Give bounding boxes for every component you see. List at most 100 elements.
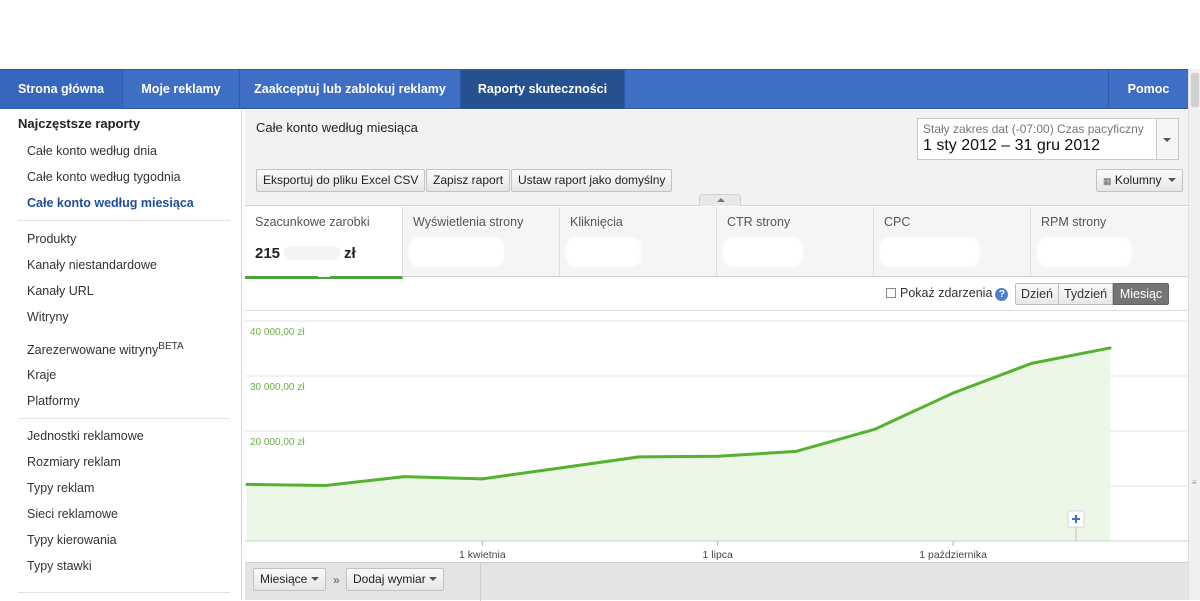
metric-name: CTR strony (727, 215, 791, 229)
tab-performance-reports[interactable]: Raporty skuteczności (461, 70, 625, 109)
dimension-dropdown[interactable]: Miesiące (253, 568, 326, 591)
sidebar-item-account-by-day[interactable]: Całe konto według dnia (27, 144, 157, 158)
data-point (951, 391, 955, 395)
metric-name: Wyświetlenia strony (413, 215, 524, 229)
metric-name: RPM strony (1041, 215, 1107, 229)
data-point (716, 454, 720, 458)
top-header-area (0, 0, 1200, 69)
sidebar-item-ad-types[interactable]: Typy reklam (27, 481, 94, 495)
columns-button[interactable]: ▦ Kolumny (1096, 169, 1183, 192)
earnings-chart-svg: 10 000,00 zł20 000,00 zł30 000,00 zł40 0… (245, 320, 1188, 561)
metric-clicks[interactable]: Kliknięcia (560, 207, 717, 276)
tab-allow-block-ads[interactable]: Zaakceptuj lub zablokuj reklamy (240, 70, 461, 109)
sidebar-item-products[interactable]: Produkty (27, 232, 76, 246)
export-csv-button[interactable]: Eksportuj do pliku Excel CSV (256, 169, 426, 192)
y-tick-label: 30 000,00 zł (250, 382, 305, 393)
data-point (559, 466, 563, 470)
sidebar-item-ad-units[interactable]: Jednostki reklamowe (27, 429, 144, 443)
metric-value-prefix: 215 (255, 245, 281, 262)
collapse-toolbar-toggle[interactable] (699, 194, 741, 206)
granularity-month-button[interactable]: Miesiąc (1113, 283, 1169, 305)
chevron-up-icon (717, 198, 725, 202)
data-point (480, 477, 484, 481)
dimension-label: Miesiące (260, 572, 308, 586)
sidebar-divider (18, 418, 230, 419)
main-navigation: Strona główna Moje reklamy Zaakceptuj lu… (0, 69, 1188, 109)
scrollbar-grip-icon: ≡ (1192, 478, 1197, 487)
sidebar-item-account-by-week[interactable]: Całe konto według tygodnia (27, 170, 181, 184)
add-dimension-label: Dodaj wymiar (353, 572, 426, 586)
metric-page-views[interactable]: Wyświetlenia strony (403, 207, 560, 276)
sidebar-item-url-channels[interactable]: Kanały URL (27, 284, 94, 298)
help-link[interactable]: Pomoc (1108, 70, 1188, 109)
sidebar-item-bid-types[interactable]: Typy stawki (27, 559, 92, 573)
reports-sidebar: Najczęstsze raporty Całe konto według dn… (0, 110, 242, 600)
sidebar-item-reserved-sites[interactable]: Zarezerwowane witrynyBETA (27, 341, 184, 357)
sidebar-heading: Najczęstsze raporty (18, 116, 141, 131)
tab-home[interactable]: Strona główna (0, 70, 123, 109)
data-point (402, 475, 406, 479)
report-title: Całe konto według miesiąca (256, 120, 418, 135)
help-icon[interactable]: ? (995, 288, 1009, 301)
data-point (1030, 361, 1034, 365)
data-point (637, 455, 641, 459)
chevron-down-icon (1163, 138, 1171, 142)
table-toolbar: Miesiące » Dodaj wymiar (245, 562, 1188, 601)
y-tick-label: 40 000,00 zł (250, 327, 305, 338)
date-range-dropdown-button[interactable] (1157, 118, 1179, 160)
redacted-value (880, 237, 980, 267)
sidebar-item-targeting-types[interactable]: Typy kierowania (27, 533, 117, 547)
redacted-value (723, 237, 803, 267)
columns-icon: ▦ (1103, 176, 1112, 186)
sidebar-item-sites[interactable]: Witryny (27, 310, 69, 324)
sidebar-item-custom-channels[interactable]: Kanały niestandardowe (27, 258, 157, 272)
metric-page-rpm[interactable]: RPM strony (1031, 207, 1188, 276)
x-tick-label: 1 kwietnia (459, 549, 506, 561)
beta-badge: BETA (158, 341, 184, 352)
add-dimension-dropdown[interactable]: Dodaj wymiar (346, 568, 445, 591)
toolbar-divider (480, 563, 481, 601)
metric-name: Szacunkowe zarobki (255, 215, 370, 229)
tab-my-ads[interactable]: Moje reklamy (123, 70, 240, 109)
y-tick-label: 20 000,00 zł (250, 437, 305, 448)
metric-cpc[interactable]: CPC (874, 207, 1031, 276)
x-tick-label: 1 lipca (703, 549, 734, 561)
report-header-panel: Całe konto według miesiąca Stały zakres … (245, 110, 1188, 206)
redacted-value (1037, 237, 1132, 267)
sidebar-item-platforms[interactable]: Platformy (27, 394, 80, 408)
granularity-week-button[interactable]: Tydzień (1059, 283, 1113, 305)
report-main: Całe konto według miesiąca Stały zakres … (245, 110, 1188, 601)
metric-estimated-earnings[interactable]: Szacunkowe zarobki 215 zł (245, 207, 403, 279)
granularity-day-button[interactable]: Dzień (1015, 283, 1059, 305)
data-point (323, 483, 327, 487)
save-report-button[interactable]: Zapisz raport (426, 169, 511, 192)
breadcrumb-separator: » (333, 573, 340, 587)
data-point (873, 427, 877, 431)
date-range-picker[interactable]: Stały zakres dat (-07:00) Czas pacyficzn… (917, 118, 1157, 160)
earnings-chart: 10 000,00 zł20 000,00 zł30 000,00 zł40 0… (245, 310, 1188, 562)
sidebar-item-account-by-month[interactable]: Całe konto według miesiąca (27, 196, 194, 210)
sidebar-item-label: Zarezerwowane witryny (27, 343, 159, 358)
metric-value: 215 zł (255, 245, 356, 262)
show-events-checkbox[interactable] (886, 288, 896, 298)
set-default-report-button[interactable]: Ustaw raport jako domyślny (511, 169, 673, 192)
columns-label: Kolumny (1114, 173, 1162, 187)
redacted-value (284, 246, 341, 260)
series-area (247, 347, 1110, 541)
metric-value-suffix: zł (344, 245, 356, 262)
selected-indicator (318, 270, 330, 277)
metric-name: Kliknięcia (570, 215, 623, 229)
sidebar-item-ad-sizes[interactable]: Rozmiary reklam (27, 455, 121, 469)
sidebar-item-ad-networks[interactable]: Sieci reklamowe (27, 507, 118, 521)
chevron-down-icon (1167, 178, 1176, 182)
scrollbar-thumb[interactable] (1191, 73, 1199, 107)
metric-name: CPC (884, 215, 911, 229)
sidebar-divider (18, 220, 230, 221)
show-events-label: Pokaż zdarzenia (900, 286, 993, 300)
show-events-toggle[interactable]: Pokaż zdarzenia? (886, 286, 1009, 301)
metric-page-ctr[interactable]: CTR strony (717, 207, 874, 276)
page-scrollbar[interactable]: ≡ (1188, 69, 1200, 600)
sidebar-item-countries[interactable]: Kraje (27, 368, 56, 382)
data-point (1108, 346, 1112, 350)
x-tick-label: 1 października (919, 549, 987, 561)
